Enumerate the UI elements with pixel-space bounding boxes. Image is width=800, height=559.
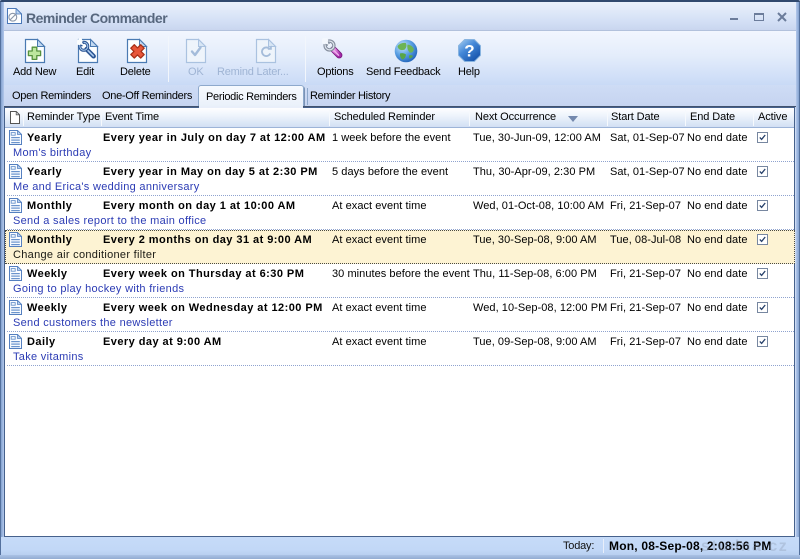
svg-text:?: ? — [464, 42, 474, 61]
